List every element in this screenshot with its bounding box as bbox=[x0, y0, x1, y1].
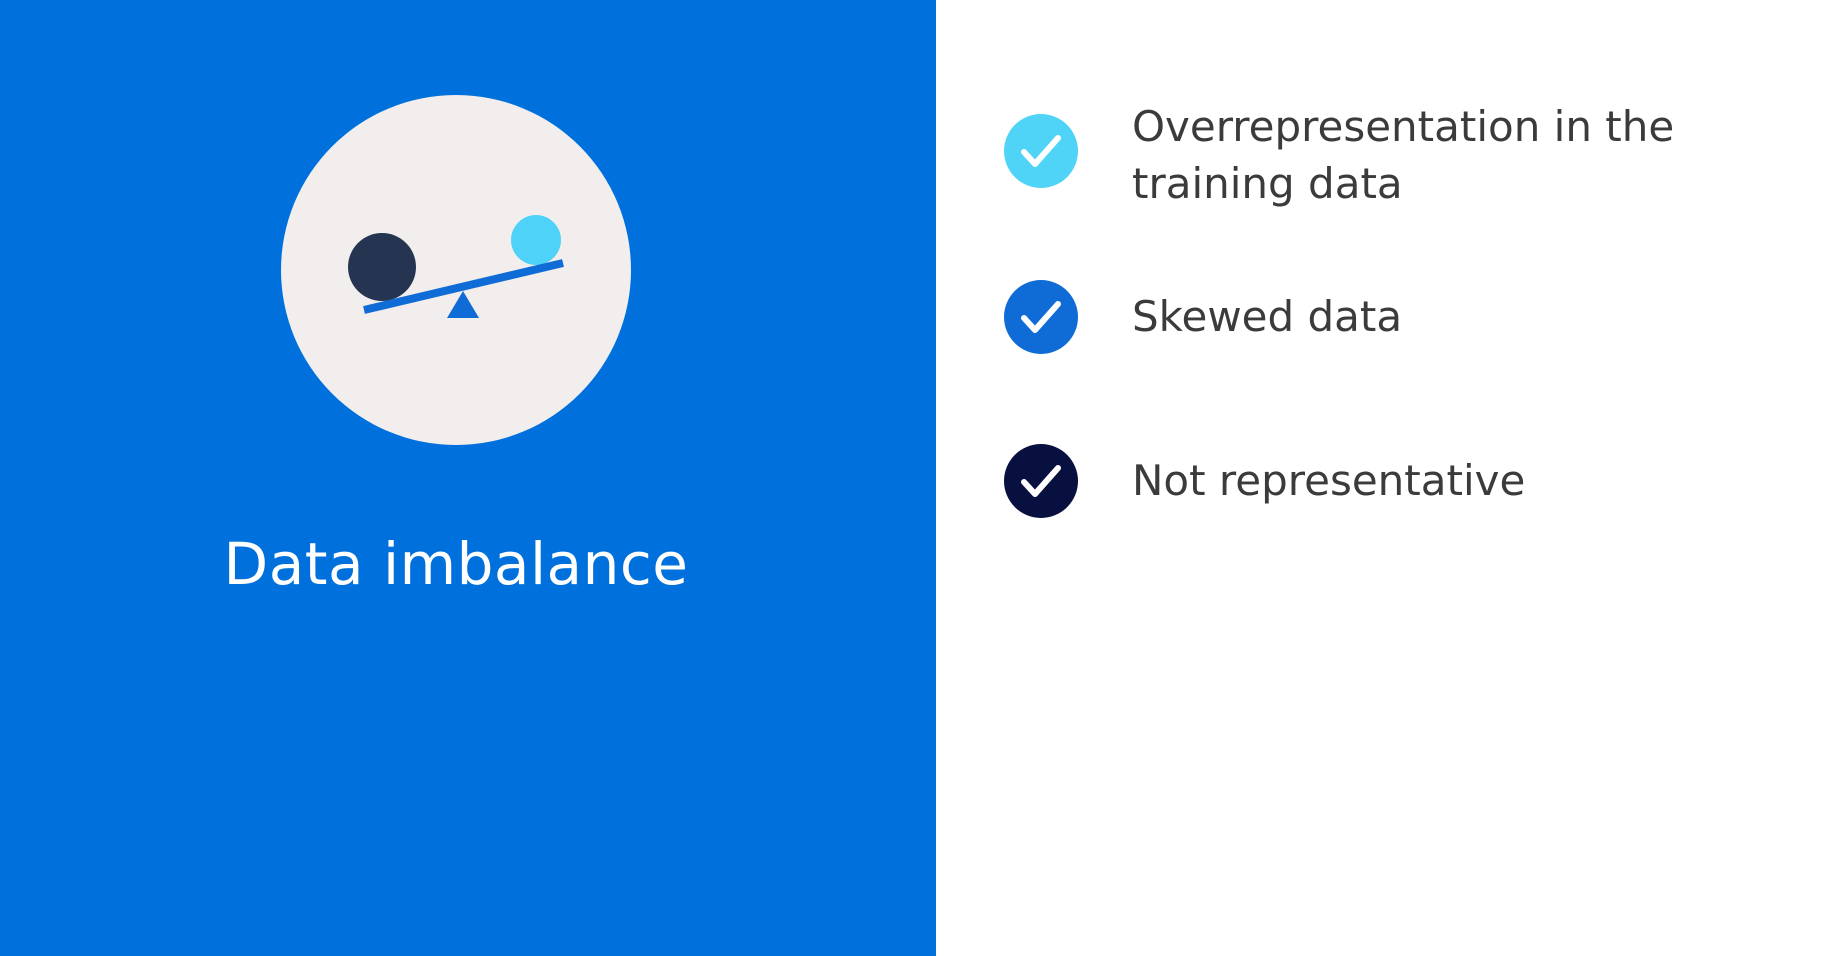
left-panel: Data imbalance bbox=[0, 0, 936, 956]
check-icon bbox=[1004, 280, 1078, 354]
light-ball bbox=[511, 215, 561, 265]
bullet-item-overrepresentation: Overrepresentation in the training data bbox=[1004, 102, 1752, 212]
balance-scale-icon bbox=[281, 95, 631, 445]
seesaw-illustration bbox=[281, 95, 631, 445]
slide-title: Data imbalance bbox=[223, 530, 689, 598]
illustration-circle bbox=[281, 95, 631, 445]
check-icon bbox=[1004, 444, 1078, 518]
slide: Data imbalance Overrepresentation in the… bbox=[0, 0, 1847, 956]
heavy-ball bbox=[348, 233, 416, 301]
check-icon bbox=[1004, 114, 1078, 188]
bullet-text: Not representative bbox=[1132, 456, 1526, 505]
bullet-text: Overrepresentation in the training data bbox=[1132, 102, 1675, 208]
bullet-text: Skewed data bbox=[1132, 292, 1403, 341]
bullet-item-not-representative: Not representative bbox=[1004, 444, 1752, 518]
bullet-item-skewed-data: Skewed data bbox=[1004, 280, 1752, 354]
